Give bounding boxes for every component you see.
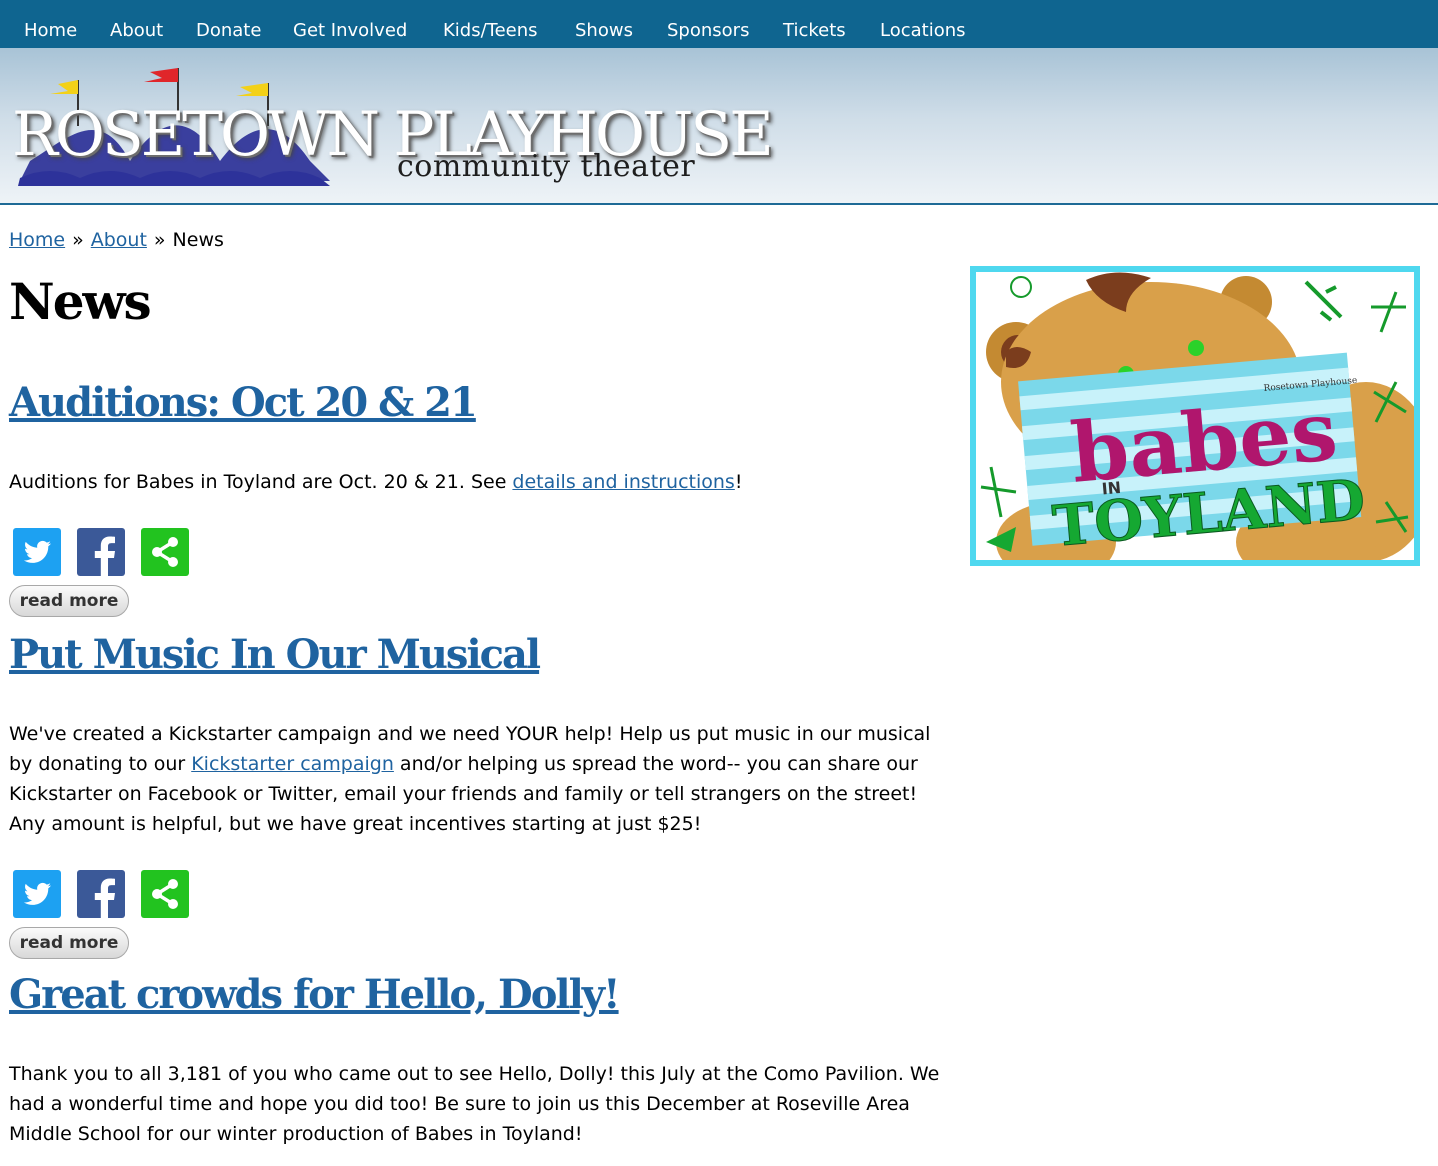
facebook-icon[interactable]: [77, 528, 125, 576]
facebook-icon[interactable]: [77, 870, 125, 918]
post-title-link[interactable]: Put Music In Our Musical: [9, 631, 541, 678]
nav-kids-teens[interactable]: Kids/Teens: [443, 20, 538, 41]
breadcrumb: Home » About » News: [9, 229, 224, 251]
breadcrumb-separator: »: [153, 229, 166, 251]
breadcrumb-home[interactable]: Home: [9, 229, 65, 251]
details-link[interactable]: details and instructions: [512, 471, 734, 493]
share-icon[interactable]: [141, 870, 189, 918]
top-nav: Home About Donate Get Involved Kids/Teen…: [0, 0, 1438, 48]
nav-home[interactable]: Home: [24, 20, 77, 41]
read-more-button[interactable]: read more: [9, 927, 129, 959]
babes-in-toyland-promo[interactable]: babes IN TOYLAND Rosetown Playhouse: [970, 266, 1420, 566]
breadcrumb-separator: »: [72, 229, 84, 251]
nav-donate[interactable]: Donate: [196, 20, 261, 41]
post-text: !: [734, 471, 743, 493]
nav-locations[interactable]: Locations: [880, 20, 966, 41]
twitter-icon[interactable]: [13, 528, 61, 576]
post-title-link[interactable]: Auditions: Oct 20 & 21: [9, 379, 478, 426]
post-body: Thank you to all 3,181 of you who came o…: [9, 1063, 940, 1145]
nav-about[interactable]: About: [110, 20, 163, 41]
share-icon[interactable]: [141, 528, 189, 576]
promo-graphic: babes IN TOYLAND Rosetown Playhouse: [980, 272, 1414, 560]
post-text: Auditions for Babes in Toyland are Oct. …: [9, 471, 513, 493]
kickstarter-link[interactable]: Kickstarter campaign: [191, 753, 394, 775]
post-body: We've created a Kickstarter campaign and…: [9, 719, 944, 839]
nav-get-involved[interactable]: Get Involved: [293, 20, 407, 41]
post-title: Put Music In Our Musical: [9, 631, 541, 678]
site-logo[interactable]: ROSETOWN PLAYHOUSE community theater: [10, 66, 774, 206]
logo-subtitle: community theater: [397, 149, 696, 184]
post-title-link[interactable]: Great crowds for Hello, Dolly!: [9, 971, 621, 1018]
post-body: Auditions for Babes in Toyland are Oct. …: [9, 467, 944, 497]
share-buttons: [13, 528, 203, 578]
breadcrumb-current: News: [172, 229, 224, 251]
nav-shows[interactable]: Shows: [575, 20, 633, 41]
twitter-icon[interactable]: [13, 870, 61, 918]
breadcrumb-about[interactable]: About: [91, 229, 147, 251]
nav-sponsors[interactable]: Sponsors: [667, 20, 749, 41]
nav-tickets[interactable]: Tickets: [783, 20, 846, 41]
share-buttons: [13, 870, 203, 920]
read-more-button[interactable]: read more: [9, 585, 129, 617]
page-title: News: [9, 272, 152, 331]
site-banner: ROSETOWN PLAYHOUSE community theater: [0, 48, 1438, 205]
post-title: Auditions: Oct 20 & 21: [9, 379, 478, 426]
post-title: Great crowds for Hello, Dolly!: [9, 971, 621, 1018]
